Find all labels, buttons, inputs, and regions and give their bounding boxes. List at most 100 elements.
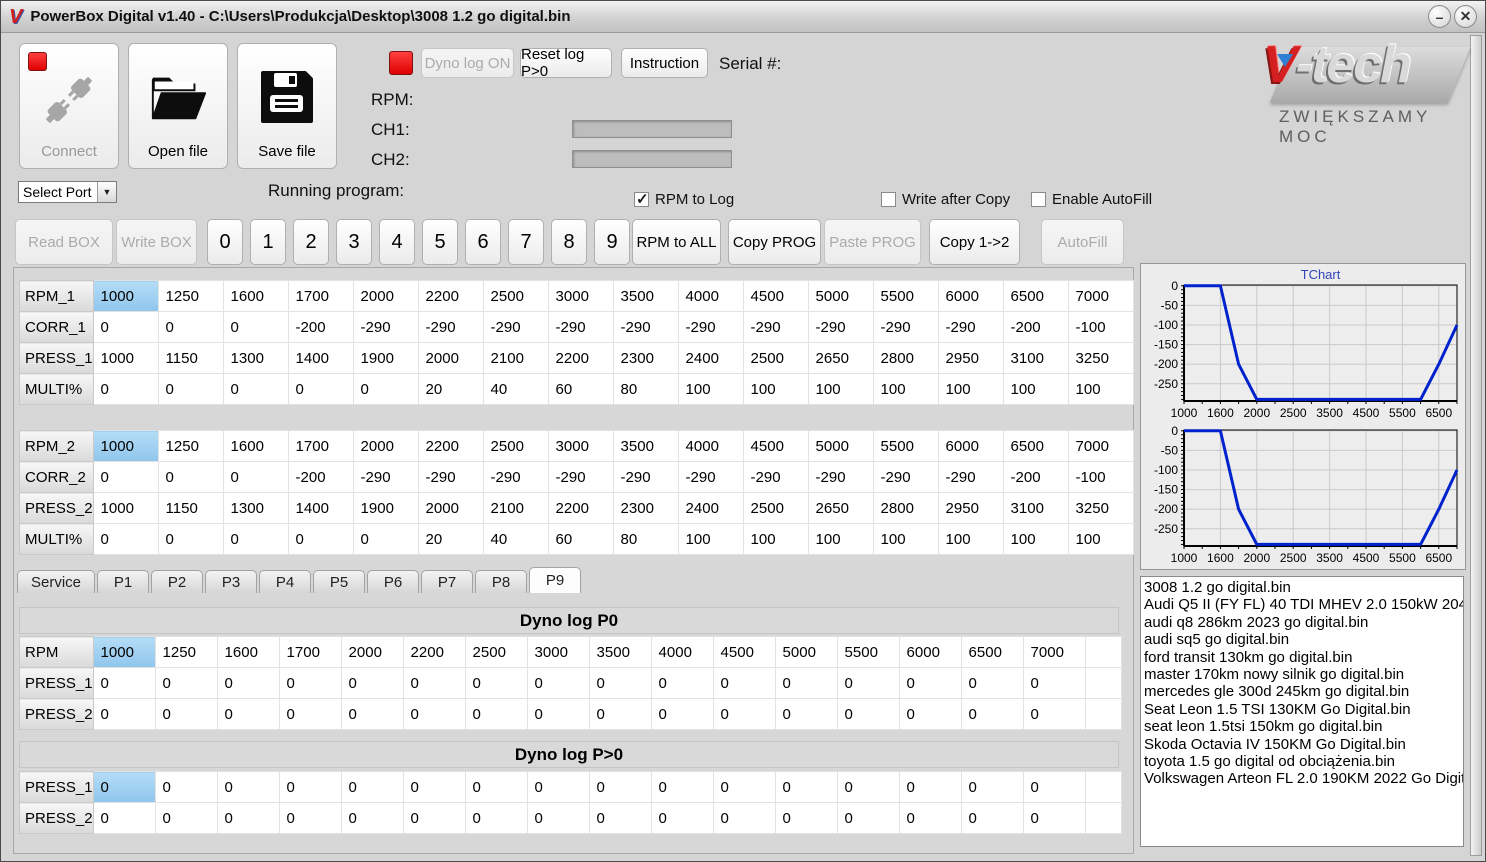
grid-cell[interactable]: 3500 bbox=[612, 280, 679, 312]
grid-cell[interactable]: -200 bbox=[1002, 461, 1069, 493]
chevron-down-icon[interactable]: ▼ bbox=[97, 182, 116, 202]
grid-cell[interactable]: 2200 bbox=[547, 492, 614, 524]
grid-cell[interactable]: 100 bbox=[1067, 523, 1134, 555]
grid-cell[interactable]: 0 bbox=[836, 667, 900, 699]
grid-cell[interactable]: 100 bbox=[677, 373, 744, 405]
grid-cell[interactable]: 0 bbox=[1022, 802, 1086, 834]
grid-cell[interactable]: 1900 bbox=[352, 342, 419, 374]
grid-cell[interactable]: 1600 bbox=[222, 280, 289, 312]
grid-cell[interactable]: 7000 bbox=[1022, 636, 1086, 668]
grid-cell[interactable]: 1250 bbox=[157, 280, 224, 312]
grid-cell[interactable]: 5000 bbox=[774, 636, 838, 668]
grid-cell[interactable]: 2400 bbox=[677, 342, 744, 374]
grid-cell[interactable]: 2950 bbox=[937, 492, 1004, 524]
grid-cell[interactable]: -290 bbox=[807, 311, 874, 343]
open-file-button[interactable]: Open file bbox=[128, 43, 228, 169]
grid-cell[interactable]: 0 bbox=[774, 698, 838, 730]
grid-cell[interactable]: -290 bbox=[547, 311, 614, 343]
grid-cell[interactable]: 2200 bbox=[417, 280, 484, 312]
program-8-button[interactable]: 8 bbox=[551, 219, 587, 265]
grid-cell[interactable]: 3500 bbox=[612, 430, 679, 462]
grid-cell[interactable]: 1600 bbox=[222, 430, 289, 462]
grid-cell[interactable]: -200 bbox=[287, 311, 354, 343]
file-list-item[interactable]: seat leon 1.5tsi 150km go digital.bin bbox=[1144, 718, 1463, 735]
grid-cell[interactable]: -290 bbox=[872, 311, 939, 343]
tab-p8[interactable]: P8 bbox=[475, 570, 528, 593]
grid-cell[interactable]: 2800 bbox=[872, 492, 939, 524]
grid-cell[interactable]: 20 bbox=[417, 373, 484, 405]
grid-cell[interactable]: 6500 bbox=[1002, 430, 1069, 462]
grid-cell[interactable]: 4500 bbox=[712, 636, 776, 668]
grid-cell[interactable]: 1000 bbox=[92, 280, 159, 312]
grid-cell[interactable]: 4500 bbox=[742, 280, 809, 312]
grid-cell[interactable]: 0 bbox=[774, 667, 838, 699]
grid-cell[interactable]: 0 bbox=[216, 667, 280, 699]
grid-cell[interactable]: 0 bbox=[650, 802, 714, 834]
grid-cell[interactable]: 0 bbox=[774, 771, 838, 803]
grid-cell[interactable]: 100 bbox=[937, 523, 1004, 555]
grid-cell[interactable]: 1700 bbox=[287, 430, 354, 462]
grid-cell[interactable]: 100 bbox=[742, 523, 809, 555]
grid-cell[interactable]: -100 bbox=[1067, 311, 1134, 343]
file-list-item[interactable]: Skoda Octavia IV 150KM Go Digital.bin bbox=[1144, 736, 1463, 753]
enable-autofill-checkbox[interactable]: Enable AutoFill bbox=[1031, 191, 1152, 208]
tab-p3[interactable]: P3 bbox=[205, 570, 258, 593]
program-5-button[interactable]: 5 bbox=[422, 219, 458, 265]
grid-cell[interactable]: 0 bbox=[712, 802, 776, 834]
grid-cell[interactable]: 2200 bbox=[402, 636, 466, 668]
grid-cell[interactable]: 2200 bbox=[547, 342, 614, 374]
grid-cell[interactable]: 1250 bbox=[157, 430, 224, 462]
grid-cell[interactable]: 5500 bbox=[872, 280, 939, 312]
program-7-button[interactable]: 7 bbox=[508, 219, 544, 265]
grid-cell[interactable]: 0 bbox=[402, 802, 466, 834]
grid-cell[interactable]: 60 bbox=[547, 523, 614, 555]
tab-p5[interactable]: P5 bbox=[313, 570, 366, 593]
grid-cell[interactable]: 100 bbox=[677, 523, 744, 555]
save-file-button[interactable]: Save file bbox=[237, 43, 337, 169]
grid-cell[interactable]: 0 bbox=[222, 311, 289, 343]
grid-cell[interactable]: 0 bbox=[278, 667, 342, 699]
grid-cell[interactable]: 3000 bbox=[547, 430, 614, 462]
grid-cell[interactable]: 2400 bbox=[677, 492, 744, 524]
grid-cell[interactable]: 0 bbox=[92, 311, 159, 343]
grid-cell[interactable]: -290 bbox=[807, 461, 874, 493]
grid-cell[interactable]: 0 bbox=[898, 771, 962, 803]
grid-cell[interactable]: 40 bbox=[482, 523, 549, 555]
reset-log-button[interactable]: Reset log P>0 bbox=[520, 46, 612, 80]
dyno-log-on-button[interactable]: Dyno log ON bbox=[421, 48, 514, 78]
grid-cell[interactable]: 20 bbox=[417, 523, 484, 555]
grid-cell[interactable]: 2500 bbox=[742, 342, 809, 374]
grid-cell[interactable]: 100 bbox=[807, 373, 874, 405]
grid-cell[interactable]: 1000 bbox=[92, 342, 159, 374]
grid-cell[interactable]: -290 bbox=[417, 311, 484, 343]
grid-cell[interactable]: 2000 bbox=[417, 492, 484, 524]
grid-cell[interactable]: -290 bbox=[677, 461, 744, 493]
grid-cell[interactable]: 0 bbox=[340, 667, 404, 699]
copy-1-to-2-button[interactable]: Copy 1->2 bbox=[929, 219, 1020, 265]
grid-cell[interactable]: 0 bbox=[960, 667, 1024, 699]
grid-cell[interactable]: -290 bbox=[612, 311, 679, 343]
select-port-dropdown[interactable]: Select Port ▼ bbox=[18, 181, 117, 203]
grid-cell[interactable]: 0 bbox=[92, 373, 159, 405]
grid-cell[interactable]: 0 bbox=[588, 771, 652, 803]
grid-cell[interactable]: 0 bbox=[154, 802, 218, 834]
grid-cell[interactable]: 0 bbox=[650, 698, 714, 730]
grid-cell[interactable]: 0 bbox=[526, 667, 590, 699]
grid-cell[interactable]: -290 bbox=[612, 461, 679, 493]
grid-cell[interactable]: 2500 bbox=[482, 430, 549, 462]
grid-cell[interactable]: 0 bbox=[92, 667, 156, 699]
tab-p4[interactable]: P4 bbox=[259, 570, 312, 593]
tab-service[interactable]: Service bbox=[17, 570, 96, 593]
grid-cell[interactable]: 2650 bbox=[807, 342, 874, 374]
grid-cell[interactable]: 5000 bbox=[807, 430, 874, 462]
grid-cell[interactable]: 100 bbox=[872, 373, 939, 405]
write-box-button[interactable]: Write BOX bbox=[116, 219, 197, 265]
grid-cell[interactable]: 4000 bbox=[677, 430, 744, 462]
grid-cell[interactable]: 0 bbox=[222, 523, 289, 555]
tab-p7[interactable]: P7 bbox=[421, 570, 474, 593]
grid-cell[interactable]: 100 bbox=[937, 373, 1004, 405]
grid-cell[interactable]: 0 bbox=[340, 802, 404, 834]
grid-cell[interactable]: 2000 bbox=[352, 280, 419, 312]
grid-cell[interactable]: 0 bbox=[157, 523, 224, 555]
tab-p9[interactable]: P9 bbox=[529, 567, 582, 593]
